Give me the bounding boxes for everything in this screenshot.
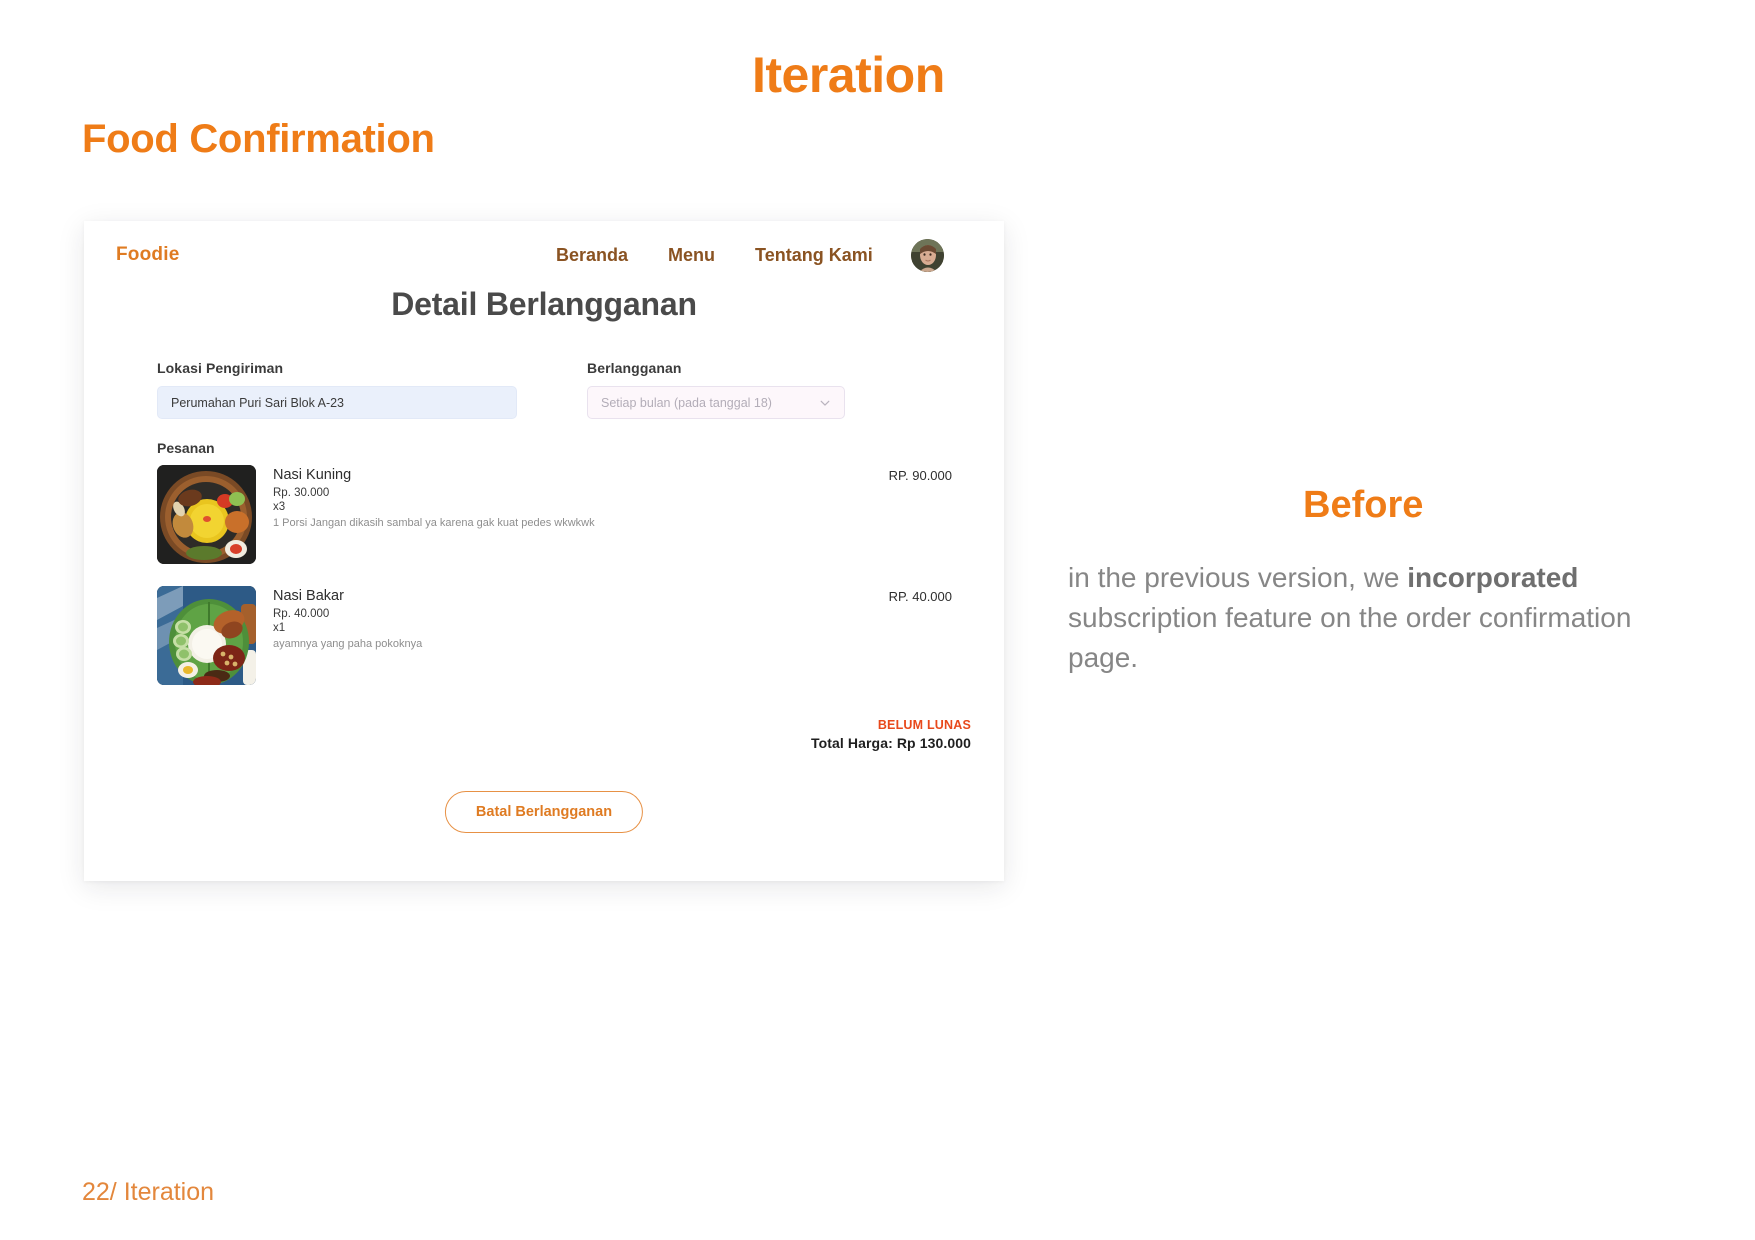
field-subscription: Berlangganan Setiap bulan (pada tanggal … bbox=[587, 360, 845, 419]
section-title: Food Confirmation bbox=[82, 117, 435, 161]
order-item-info: Nasi Kuning Rp. 30.000 x3 1 Porsi Jangan… bbox=[273, 465, 842, 529]
nav-item-tentang-kami[interactable]: Tentang Kami bbox=[755, 245, 873, 266]
subscription-select-value: Setiap bulan (pada tanggal 18) bbox=[601, 395, 772, 410]
user-avatar-photo bbox=[911, 238, 944, 272]
app-mockup-card: Foodie Beranda Menu Tentang Kami Detail … bbox=[84, 221, 1004, 881]
order-item-unit-price: Rp. 30.000 bbox=[273, 487, 330, 499]
location-label: Lokasi Pengiriman bbox=[157, 360, 284, 376]
location-input[interactable]: Perumahan Puri Sari Blok A-23 bbox=[157, 386, 517, 419]
order-item-thumbnail bbox=[157, 586, 256, 685]
nav-item-beranda[interactable]: Beranda bbox=[556, 245, 628, 266]
nav-item-menu[interactable]: Menu bbox=[668, 245, 715, 266]
app-navbar: Foodie Beranda Menu Tentang Kami bbox=[84, 221, 1004, 289]
grand-total: Total Harga: Rp 130.000 bbox=[811, 735, 971, 751]
cancel-subscription-button[interactable]: Batal Berlangganan bbox=[444, 791, 644, 833]
order-item-qty: x1 bbox=[273, 622, 286, 634]
nav-links: Beranda Menu Tentang Kami bbox=[556, 245, 873, 266]
order-item-line-total: RP. 40.000 bbox=[888, 589, 952, 604]
avatar[interactable] bbox=[911, 238, 944, 272]
nasi-kuning-photo bbox=[157, 465, 256, 564]
order-item-name: Nasi Bakar bbox=[273, 588, 344, 604]
order-totals: BELUM LUNAS Total Harga: Rp 130.000 bbox=[811, 718, 971, 751]
order-item-note: ayamnya yang paha pokoknya bbox=[273, 638, 423, 650]
slide-title: Iteration bbox=[752, 47, 945, 103]
order-item-thumbnail bbox=[157, 465, 256, 564]
form-row: Lokasi Pengiriman Perumahan Puri Sari Bl… bbox=[157, 360, 947, 419]
before-heading: Before bbox=[1303, 484, 1424, 526]
brand-logo[interactable]: Foodie bbox=[116, 244, 179, 266]
orders-label: Pesanan bbox=[157, 440, 215, 456]
field-location: Lokasi Pengiriman Perumahan Puri Sari Bl… bbox=[157, 360, 517, 419]
subscription-select[interactable]: Setiap bulan (pada tanggal 18) bbox=[587, 386, 845, 419]
chevron-down-icon bbox=[819, 397, 831, 409]
before-description: in the previous version, we incorporated… bbox=[1068, 558, 1678, 677]
order-item-unit-price: Rp. 40.000 bbox=[273, 608, 330, 620]
order-item-qty: x3 bbox=[273, 501, 286, 513]
slide-footer: 22/ Iteration bbox=[82, 1178, 215, 1206]
status-badge: BELUM LUNAS bbox=[877, 718, 971, 732]
order-list: Nasi Kuning Rp. 30.000 x3 1 Porsi Jangan… bbox=[157, 465, 952, 707]
subscription-label: Berlangganan bbox=[587, 360, 682, 376]
order-item-line-total: RP. 90.000 bbox=[888, 468, 952, 483]
order-item-note: 1 Porsi Jangan dikasih sambal ya karena … bbox=[273, 517, 595, 529]
page-title: Detail Berlangganan bbox=[391, 286, 697, 322]
nasi-bakar-photo bbox=[157, 586, 256, 685]
order-item: Nasi Bakar Rp. 40.000 x1 ayamnya yang pa… bbox=[157, 586, 952, 685]
before-text-bold: incorporated bbox=[1407, 562, 1579, 593]
order-item: Nasi Kuning Rp. 30.000 x3 1 Porsi Jangan… bbox=[157, 465, 952, 564]
before-text-suffix: subscription feature on the order confir… bbox=[1068, 601, 1632, 673]
order-item-info: Nasi Bakar Rp. 40.000 x1 ayamnya yang pa… bbox=[273, 586, 842, 650]
before-text-prefix: in the previous version, we bbox=[1068, 562, 1408, 593]
order-item-name: Nasi Kuning bbox=[273, 467, 352, 483]
